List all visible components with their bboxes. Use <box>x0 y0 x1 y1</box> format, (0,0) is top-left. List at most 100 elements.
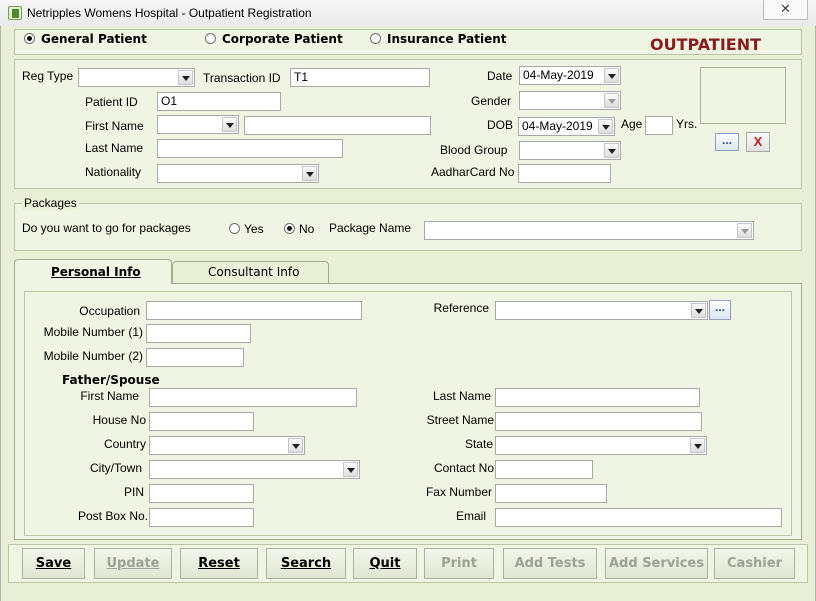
first-name-input[interactable] <box>244 116 431 135</box>
mobile1-input[interactable] <box>146 324 251 343</box>
aadhar-label: AadharCard No <box>431 165 515 179</box>
name-title-select[interactable] <box>157 115 239 134</box>
chevron-down-icon <box>178 70 193 85</box>
transaction-id-label: Transaction ID <box>203 71 281 85</box>
mobile1-label: Mobile Number (1) <box>43 325 143 339</box>
patient-id-input[interactable]: O1 <box>157 92 281 111</box>
last-name-input[interactable] <box>157 139 343 158</box>
package-name-label: Package Name <box>329 221 412 235</box>
close-icon: ✕ <box>780 1 791 16</box>
packages-yes-label[interactable]: Yes <box>244 222 264 236</box>
packages-no-label[interactable]: No <box>299 222 314 236</box>
package-name-select[interactable] <box>424 221 754 240</box>
packages-title: Packages <box>22 196 79 210</box>
patient-photo-box <box>700 67 786 124</box>
street-name-input[interactable] <box>495 412 702 431</box>
yrs-label: Yrs. <box>676 117 698 131</box>
insurance-patient-radio[interactable] <box>370 33 381 44</box>
corporate-patient-radio[interactable] <box>205 33 216 44</box>
chevron-down-icon <box>604 68 619 83</box>
add-tests-button[interactable]: Add Tests <box>503 548 597 579</box>
chevron-down-icon <box>690 438 705 453</box>
fs-last-name-label: Last Name <box>432 389 491 403</box>
general-patient-label[interactable]: General Patient <box>41 32 147 46</box>
save-button[interactable]: Save <box>22 548 85 579</box>
close-icon: X <box>753 134 763 149</box>
pin-input[interactable] <box>149 484 254 503</box>
fax-input[interactable] <box>495 484 607 503</box>
print-button[interactable]: Print <box>424 548 494 579</box>
gender-select[interactable] <box>519 91 621 110</box>
chevron-down-icon <box>737 223 752 238</box>
last-name-label: Last Name <box>85 141 144 155</box>
country-select[interactable] <box>149 436 305 455</box>
transaction-id-input[interactable]: T1 <box>290 68 430 87</box>
contact-no-label: Contact No <box>433 461 494 475</box>
close-button[interactable]: ✕ <box>763 0 808 20</box>
nationality-select[interactable] <box>157 164 319 183</box>
house-no-label: House No <box>92 413 146 427</box>
title-bar: Netripples Womens Hospital - Outpatient … <box>0 0 816 26</box>
post-box-input[interactable] <box>149 508 254 527</box>
contact-no-input[interactable] <box>495 460 593 479</box>
reg-type-select[interactable] <box>78 68 195 87</box>
state-select[interactable] <box>495 436 707 455</box>
corporate-patient-label[interactable]: Corporate Patient <box>222 32 343 46</box>
post-box-label: Post Box No. <box>77 509 148 523</box>
reg-type-label: Reg Type <box>22 69 74 83</box>
general-patient-radio[interactable] <box>24 33 35 44</box>
reset-button[interactable]: Reset <box>180 548 258 579</box>
house-no-input[interactable] <box>149 412 254 431</box>
reference-browse-button[interactable]: ... <box>709 300 731 320</box>
quit-button[interactable]: Quit <box>353 548 417 579</box>
chevron-down-icon <box>598 119 613 134</box>
cashier-button[interactable]: Cashier <box>714 548 795 579</box>
packages-no-radio[interactable] <box>284 223 295 234</box>
tab-consultant-info-label[interactable]: Consultant Info <box>208 265 299 279</box>
aadhar-input[interactable] <box>518 164 611 183</box>
fs-last-name-input[interactable] <box>495 388 700 407</box>
email-input[interactable] <box>495 508 782 527</box>
fax-label: Fax Number <box>425 485 492 499</box>
occupation-label: Occupation <box>79 304 140 318</box>
occupation-input[interactable] <box>146 301 362 320</box>
email-label: Email <box>455 509 486 523</box>
blood-group-select[interactable] <box>519 141 621 160</box>
patient-id-label: Patient ID <box>85 95 138 109</box>
date-label: Date <box>487 69 513 83</box>
father-spouse-heading: Father/Spouse <box>62 373 160 387</box>
age-input[interactable] <box>645 116 673 135</box>
photo-browse-button[interactable]: ... <box>715 133 739 151</box>
first-name-label: First Name <box>85 119 144 133</box>
reference-label: Reference <box>433 301 489 315</box>
chevron-down-icon <box>302 166 317 181</box>
search-button[interactable]: Search <box>266 548 346 579</box>
chevron-down-icon <box>604 143 619 158</box>
chevron-down-icon <box>222 117 237 132</box>
reference-select[interactable] <box>495 301 708 320</box>
street-name-label: Street Name <box>426 413 494 427</box>
blood-group-label: Blood Group <box>440 143 508 157</box>
fs-first-name-input[interactable] <box>149 388 357 407</box>
update-button[interactable]: Update <box>94 548 172 579</box>
app-icon <box>8 6 22 20</box>
city-select[interactable] <box>149 460 360 479</box>
date-picker[interactable]: 04-May-2019 <box>519 66 621 85</box>
age-label: Age <box>621 117 643 131</box>
tab-personal-info-label[interactable]: Personal Info <box>51 265 141 279</box>
insurance-patient-label[interactable]: Insurance Patient <box>387 32 507 46</box>
city-label: City/Town <box>89 461 142 475</box>
dob-label: DOB <box>487 118 514 132</box>
state-label: State <box>464 437 493 451</box>
ellipsis-icon: ... <box>714 300 725 314</box>
packages-yes-radio[interactable] <box>229 223 240 234</box>
pin-label: PIN <box>123 485 144 499</box>
chevron-down-icon <box>691 303 706 318</box>
ellipsis-icon: ... <box>721 133 732 147</box>
chevron-down-icon <box>604 93 619 108</box>
dob-picker[interactable]: 04-May-2019 <box>518 117 615 136</box>
window-title: Netripples Womens Hospital - Outpatient … <box>27 6 312 20</box>
mobile2-input[interactable] <box>146 348 244 367</box>
photo-clear-button[interactable]: X <box>746 132 770 152</box>
add-services-button[interactable]: Add Services <box>605 548 708 579</box>
